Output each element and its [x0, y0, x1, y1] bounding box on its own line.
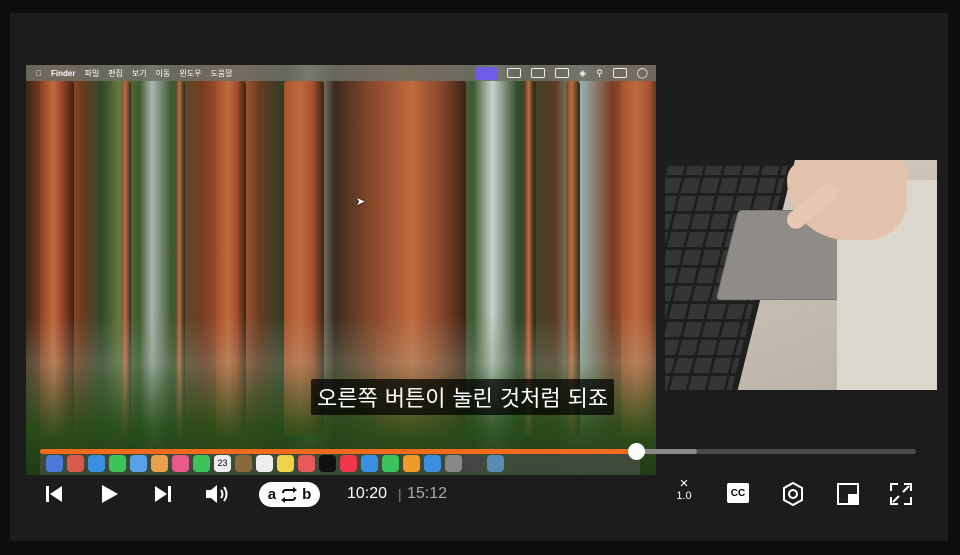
ab-loop-button[interactable]: a b — [259, 482, 320, 507]
spotlight-search-icon: ⚲ — [596, 67, 603, 78]
menu-window: 윈도우 — [173, 68, 201, 78]
app-store-dock-icon — [424, 454, 441, 472]
closed-captions-button[interactable]: CC — [727, 483, 749, 503]
freeform-dock-icon — [298, 454, 315, 472]
progress-bar[interactable] — [40, 443, 916, 460]
player-controls: a b 10:20 | 15:12 × 1.0 CC — [10, 476, 948, 516]
notes-dock-icon — [277, 454, 294, 472]
skip-back-icon — [46, 486, 62, 502]
photos-dock-icon — [172, 454, 189, 472]
contacts-dock-icon — [235, 454, 252, 472]
fullscreen-icon — [890, 483, 912, 505]
skip-forward-icon — [155, 486, 171, 502]
system-settings-dock-icon — [445, 454, 462, 472]
wifi-icon: ◈ — [579, 67, 587, 78]
siri-icon: ◯ — [636, 67, 648, 79]
speed-x-icon: × — [679, 475, 689, 492]
menu-help: 도움말 — [204, 68, 232, 78]
launchpad-dock-icon — [67, 454, 84, 472]
menu-edit: 편집 — [102, 68, 123, 78]
safari-dock-icon — [88, 454, 105, 472]
settings-button[interactable] — [780, 481, 806, 507]
current-time: 10:20 — [347, 485, 388, 502]
reminders-dock-icon — [256, 454, 273, 472]
mac-dock: 23 — [40, 451, 640, 475]
numbers-dock-icon — [382, 454, 399, 472]
loop-icon — [281, 486, 298, 503]
facetime-dock-icon — [193, 454, 210, 472]
volume-button[interactable] — [204, 482, 232, 506]
tv-dock-icon — [319, 454, 336, 472]
menu-finder: Finder — [45, 68, 75, 78]
screen-share-icon — [475, 66, 498, 80]
gear-icon — [783, 482, 803, 506]
picture-in-picture-icon — [837, 483, 859, 505]
preview-dock-icon — [487, 454, 504, 472]
menu-view: 보기 — [125, 68, 147, 78]
input-source-icon — [531, 68, 546, 78]
playback-speed-button[interactable]: × 1.0 — [670, 475, 698, 502]
maps-dock-icon — [151, 454, 168, 472]
mouse-cursor-icon: ➤ — [356, 196, 366, 208]
progress-played — [40, 449, 636, 454]
ab-loop-b: b — [302, 486, 312, 503]
camera-overlay-hands-on-trackpad — [665, 160, 937, 390]
volume-icon — [206, 485, 228, 503]
subtitle-caption: 오른쪽 버튼이 눌린 것처럼 되죠 — [311, 379, 615, 415]
mac-menu-bar:  Finder 파일 편집 보기 이동 윈도우 도움말 ◈ ⚲ ◯ — [26, 65, 656, 81]
menu-bar-status-icons: ◈ ⚲ ◯ — [475, 65, 648, 81]
time-separator: | — [398, 486, 402, 502]
calendar-dock-icon: 23 — [214, 454, 231, 472]
play-icon — [102, 485, 118, 503]
apple-icon:  — [36, 69, 42, 78]
skip-back-button[interactable] — [43, 483, 65, 505]
messages-dock-icon — [109, 454, 126, 472]
play-button[interactable] — [98, 483, 120, 505]
finder-dock-icon — [46, 454, 63, 472]
progress-scrubber-handle[interactable] — [627, 443, 645, 460]
picture-in-picture-button[interactable] — [835, 481, 861, 507]
battery-icon — [555, 68, 570, 78]
speed-value: 1.0 — [676, 490, 692, 502]
skip-forward-button[interactable] — [152, 483, 174, 505]
fullscreen-button[interactable] — [888, 481, 914, 507]
menu-file: 파일 — [78, 68, 99, 78]
screen-recorder-dock-icon — [466, 454, 483, 472]
pages-dock-icon — [403, 454, 420, 472]
keynote-dock-icon — [361, 454, 378, 472]
music-dock-icon — [340, 454, 357, 472]
eye-icon — [507, 68, 522, 78]
ab-loop-a: a — [267, 486, 277, 503]
total-duration: 15:12 — [407, 485, 448, 502]
video-player:  Finder 파일 편집 보기 이동 윈도우 도움말 ◈ ⚲ ◯ ➤ — [10, 13, 948, 541]
menu-go: 이동 — [149, 68, 171, 78]
mail-dock-icon — [130, 454, 147, 472]
control-center-icon — [612, 68, 627, 78]
